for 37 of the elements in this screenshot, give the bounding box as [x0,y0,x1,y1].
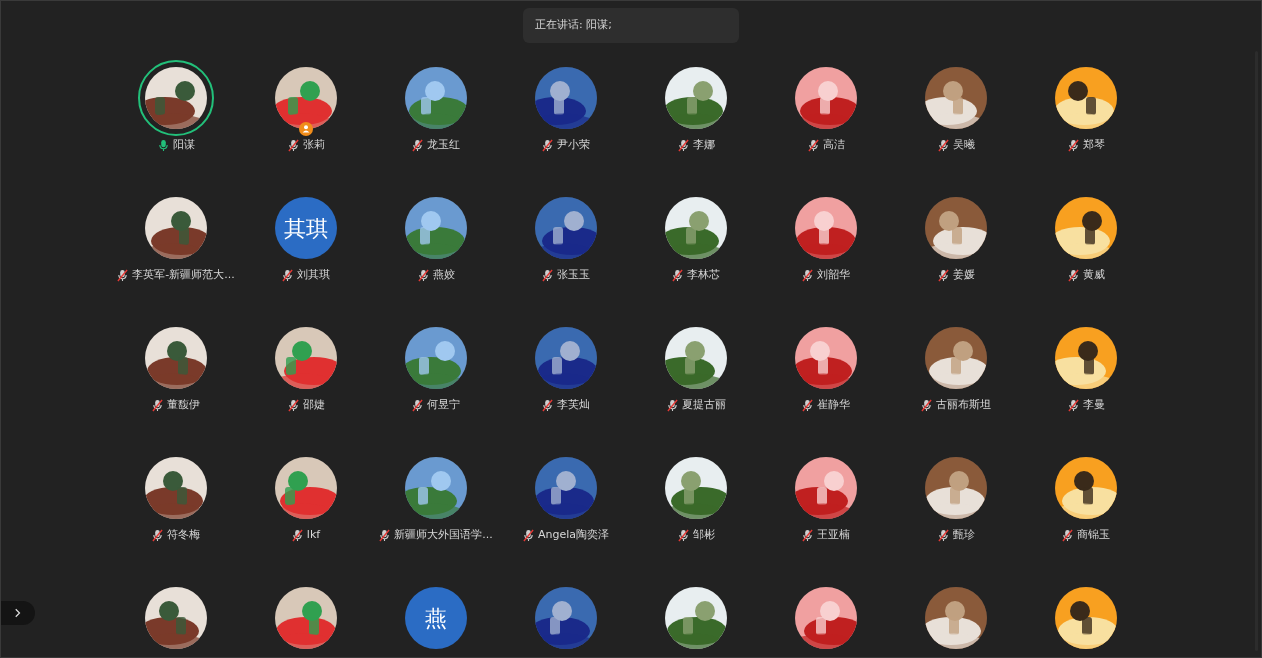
participant-name: lkf [306,527,321,543]
participant-name: Angela陶奕泽 [537,527,609,543]
participant-name: 张玉玉 [557,267,590,283]
participant-name: 崔静华 [817,397,850,413]
participant-name: 新疆师大外国语学... [394,527,493,543]
participant-name: 刘其琪 [297,267,330,283]
participant-name: 商锦玉 [1077,527,1110,543]
initials-avatar: 燕 [405,587,467,649]
participant-name: 何昱宁 [427,397,460,413]
participant-name: 李娜 [692,137,715,153]
participant-name: 高洁 [822,137,845,153]
participant-name: 董馥伊 [167,397,200,413]
participant-name: 李曼 [1082,397,1105,413]
participant-name: 燕姣 [432,267,455,283]
participant-name: 邵婕 [302,397,325,413]
participant-name: 古丽布斯坦 [936,397,991,413]
participant-name: 李林芯 [687,267,720,283]
participant-name: 王亚楠 [817,527,850,543]
participant-name: 姜媛 [952,267,975,283]
participant-name: 李芙灿 [557,397,590,413]
participant-name: 张莉 [302,137,325,153]
participant-name: 李英军-新疆师范大... [132,267,235,283]
expand-button[interactable] [1,601,35,625]
speaking-banner: 正在讲话: 阳谋; [523,8,739,43]
participant-name: 尹小荣 [557,137,590,153]
participant-name: 吴曦 [952,137,975,153]
participant-name: 夏提古丽 [681,397,726,413]
chevron-right-icon [15,608,21,618]
participant-name: 龙玉红 [427,137,460,153]
participant-name: 刘韶华 [817,267,850,283]
participant-name: 阳谋 [172,137,195,153]
participant-name: 郑琴 [1082,137,1105,153]
initials-avatar: 其琪 [275,197,337,259]
participant-name: 符冬梅 [167,527,200,543]
participant-name: 甄珍 [952,527,975,543]
participant-name: 黄威 [1082,267,1105,283]
participant-name: 邹彬 [692,527,715,543]
